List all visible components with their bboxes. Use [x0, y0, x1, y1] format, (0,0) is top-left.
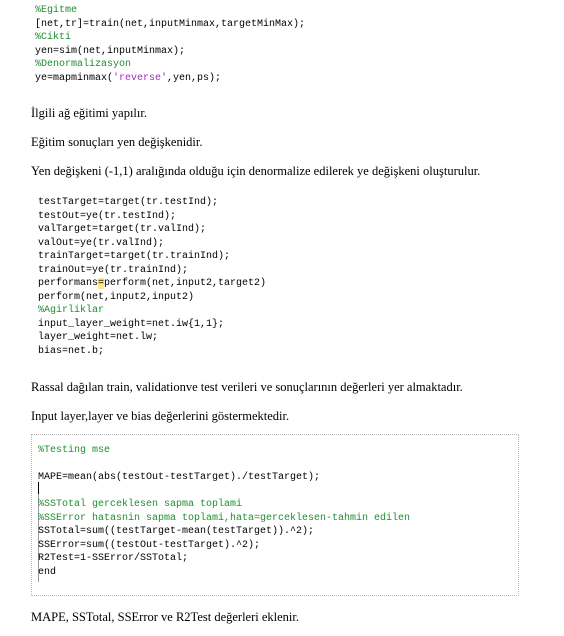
- code-text: SSError=sum((testOut-testTarget).^2);: [38, 539, 261, 551]
- code-text: valOut=ye(tr.valInd);: [38, 237, 165, 249]
- code-text: ye=mapminmax(: [35, 72, 114, 84]
- code-line: %Cikti: [35, 31, 305, 45]
- code-line: trainOut=ye(tr.trainInd);: [38, 264, 266, 278]
- code-line: bias=net.b;: [38, 345, 266, 359]
- paragraph-training-results: Eğitim sonuçları yen değişkenidir.: [31, 135, 203, 149]
- code-block-split-results: testTarget=target(tr.testInd); testOut=ye…: [38, 196, 266, 358]
- code-line: performans=perform(net,input2,target2): [38, 277, 266, 291]
- code-text: bias=net.b;: [38, 345, 105, 357]
- code-text: trainOut=ye(tr.trainInd);: [38, 264, 189, 276]
- code-line: %SSTotal gerceklesen sapma toplami: [38, 498, 410, 512]
- paragraph-training-done: İlgili ağ eğitimi yapılır.: [31, 106, 147, 120]
- code-line: %Egitme: [35, 4, 305, 18]
- code-line: testOut=ye(tr.testInd);: [38, 210, 266, 224]
- code-text: yen=sim(net,inputMinmax);: [35, 45, 186, 57]
- code-text: MAPE=mean(abs(testOut-testTarget)./testT…: [38, 472, 321, 483]
- code-text: [net,tr]=train(net,inputMinmax,targetMin…: [35, 18, 306, 30]
- code-text: valTarget=target(tr.valInd);: [38, 224, 207, 235]
- code-block-training: %Egitme [net,tr]=train(net,inputMinmax,ta…: [35, 4, 305, 85]
- paragraph-metrics-added: MAPE, SSTotal, SSError ve R2Test değerle…: [31, 610, 300, 624]
- code-line: %Denormalizasyon: [35, 58, 305, 72]
- code-line: ye=mapminmax('reverse',yen,ps);: [35, 72, 305, 86]
- paragraph-split-description: Rassal dağılan train, validationve test …: [31, 380, 463, 394]
- code-text: testTarget=target(tr.testInd);: [38, 197, 219, 208]
- code-line: %Agirliklar: [38, 304, 266, 318]
- code-block-metrics: %Testing mse MAPE=mean(abs(testOut-testTa…: [38, 444, 410, 579]
- code-line: yen=sim(net,inputMinmax);: [35, 45, 305, 59]
- code-text: input_layer_weight=net.iw{1,1};: [38, 318, 225, 330]
- code-text: testOut=ye(tr.testInd);: [38, 210, 177, 222]
- code-line: MAPE=mean(abs(testOut-testTarget)./testT…: [38, 471, 410, 485]
- code-line: testTarget=target(tr.testInd);: [38, 196, 266, 210]
- code-text: perform(net,input2,input2): [38, 291, 195, 303]
- code-comment: %Egitme: [35, 5, 78, 16]
- code-text: R2Test=1-SSError/SSTotal;: [38, 553, 189, 564]
- code-line: %Testing mse: [38, 444, 410, 458]
- code-comment: %SSError hatasnin sapma toplami,hata=ger…: [38, 512, 411, 524]
- code-text: SSTotal=sum((testTarget-mean(testTarget)…: [38, 526, 315, 537]
- code-line: %SSError hatasnin sapma toplami,hata=ger…: [38, 512, 410, 526]
- code-comment: %Denormalizasyon: [35, 59, 132, 70]
- code-text: trainTarget=target(tr.trainInd);: [38, 251, 231, 262]
- code-text: perform(net,input2,target2): [104, 278, 267, 289]
- code-text: layer_weight=net.lw;: [38, 332, 159, 343]
- code-text: ,yen,ps);: [167, 72, 222, 84]
- code-line: R2Test=1-SSError/SSTotal;: [38, 552, 410, 566]
- code-line: valOut=ye(tr.valInd);: [38, 237, 266, 251]
- code-line: SSError=sum((testOut-testTarget).^2);: [38, 539, 410, 553]
- code-line: perform(net,input2,input2): [38, 291, 266, 305]
- code-line: layer_weight=net.lw;: [38, 331, 266, 345]
- code-comment: %Testing mse: [38, 445, 111, 456]
- code-comment: %SSTotal gerceklesen sapma toplami: [38, 499, 243, 510]
- code-string: 'reverse': [113, 72, 168, 84]
- paragraph-weights-description: Input layer,layer ve bias değerlerini gö…: [31, 409, 290, 423]
- code-line: valTarget=target(tr.valInd);: [38, 223, 266, 237]
- paragraph-denormalize: Yen değişkeni (-1,1) aralığında olduğu i…: [31, 164, 481, 178]
- code-text: end: [38, 566, 57, 578]
- code-line: SSTotal=sum((testTarget-mean(testTarget)…: [38, 525, 410, 539]
- code-text: performans: [38, 278, 99, 289]
- code-comment: %Agirliklar: [38, 305, 105, 316]
- code-line: trainTarget=target(tr.trainInd);: [38, 250, 266, 264]
- code-line: [net,tr]=train(net,inputMinmax,targetMin…: [35, 18, 305, 32]
- code-comment: %Cikti: [35, 32, 72, 43]
- code-line: end: [38, 566, 410, 580]
- code-line: input_layer_weight=net.iw{1,1};: [38, 318, 266, 332]
